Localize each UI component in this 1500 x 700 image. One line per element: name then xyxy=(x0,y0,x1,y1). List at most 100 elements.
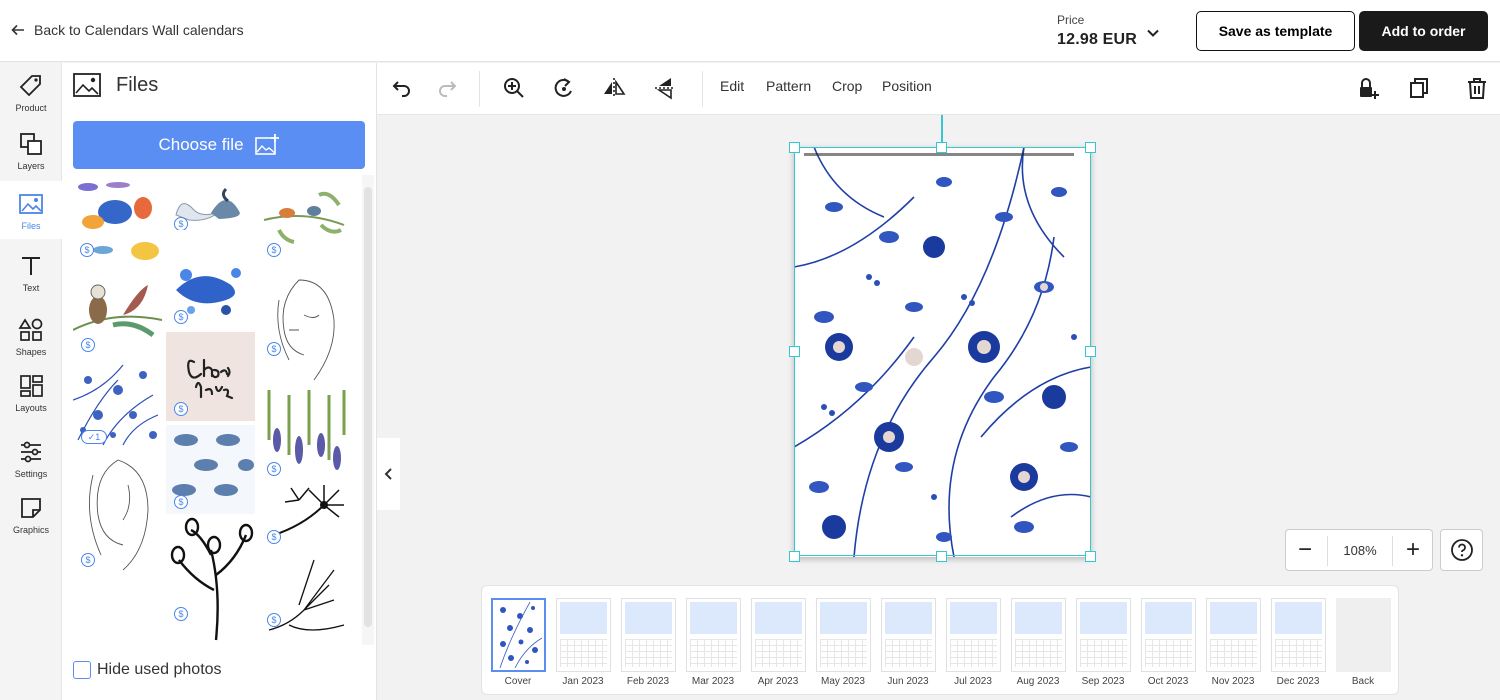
add-to-order-button[interactable]: Add to order xyxy=(1359,11,1488,51)
page-thumb-may-2023[interactable] xyxy=(816,598,871,672)
rail-item-graphics[interactable]: Graphics xyxy=(0,485,62,543)
resize-handle-top-right[interactable] xyxy=(1085,142,1096,153)
flip-vertical-button[interactable] xyxy=(652,75,678,101)
calendar-grid xyxy=(625,639,672,667)
rail-item-shapes[interactable]: Shapes xyxy=(0,307,62,365)
page-thumb-aug-2023[interactable] xyxy=(1011,598,1066,672)
resize-handle-bottom-right[interactable] xyxy=(1085,551,1096,562)
edit-button[interactable]: Edit xyxy=(720,78,744,94)
calendar-grid xyxy=(820,639,867,667)
calendar-grid xyxy=(755,639,802,667)
save-as-template-button[interactable]: Save as template xyxy=(1196,11,1355,51)
page-thumb-sep-2023[interactable] xyxy=(1076,598,1131,672)
checkbox-box[interactable] xyxy=(73,661,91,679)
calendar-page-canvas[interactable] xyxy=(794,147,1091,557)
file-thumbnail-used[interactable]: ✓1 xyxy=(73,360,162,449)
page-thumb-label: Sep 2023 xyxy=(1081,676,1125,687)
resize-handle-bottom[interactable] xyxy=(936,551,947,562)
collapse-panel-button[interactable] xyxy=(377,438,400,510)
undo-button[interactable] xyxy=(389,75,415,101)
arrow-left-icon xyxy=(11,24,24,36)
page-thumb-label: Nov 2023 xyxy=(1211,676,1255,687)
file-thumbnail[interactable]: $ xyxy=(166,255,255,327)
page-thumbnail-strip: Cover Jan 2023 Feb 2023 Mar 2023 Apr 202… xyxy=(481,585,1399,695)
file-thumbnail[interactable]: $ xyxy=(73,455,162,575)
resize-handle-left[interactable] xyxy=(789,346,800,357)
pattern-button[interactable]: Pattern xyxy=(766,78,811,94)
page-thumb-label: Jan 2023 xyxy=(562,676,604,687)
page-thumb-label: Mar 2023 xyxy=(691,676,735,687)
zoom-in-step-button[interactable]: + xyxy=(1400,536,1426,563)
page-thumb-jul-2023[interactable] xyxy=(946,598,1001,672)
choose-file-button[interactable]: Choose file xyxy=(73,121,365,169)
file-thumbnail[interactable]: $ xyxy=(166,425,255,514)
scrollbar-thumb[interactable] xyxy=(364,187,372,627)
help-button[interactable] xyxy=(1440,529,1483,571)
file-thumbnail[interactable]: $ xyxy=(259,175,348,264)
rail-item-layers[interactable]: Layers xyxy=(0,121,62,179)
file-thumbnail[interactable]: $ xyxy=(259,555,348,645)
page-thumb-back[interactable] xyxy=(1336,598,1391,672)
photo-area xyxy=(755,602,802,634)
files-scrollbar[interactable] xyxy=(362,175,374,645)
file-thumbnail[interactable]: $ xyxy=(166,175,255,230)
tool-rail: Product Layers Files Text Shapes Layouts… xyxy=(0,63,62,700)
zoom-out-button[interactable]: − xyxy=(1292,536,1318,563)
calendar-grid xyxy=(690,639,737,667)
hide-used-photos-checkbox[interactable]: Hide used photos xyxy=(73,661,222,679)
flip-horizontal-button[interactable] xyxy=(601,75,627,101)
calendar-grid xyxy=(1145,639,1192,667)
file-thumbnail[interactable]: $ xyxy=(73,270,162,355)
page-thumb-nov-2023[interactable] xyxy=(1206,598,1261,672)
resize-handle-top[interactable] xyxy=(936,142,947,153)
position-button[interactable]: Position xyxy=(882,78,932,94)
page-thumb-jan-2023[interactable] xyxy=(556,598,611,672)
photo-area xyxy=(625,602,672,634)
rail-item-files[interactable]: Files xyxy=(0,181,62,239)
rail-item-text[interactable]: Text xyxy=(0,243,62,301)
page-thumb-oct-2023[interactable] xyxy=(1141,598,1196,672)
image-icon xyxy=(73,73,101,97)
calendar-grid xyxy=(885,639,932,667)
file-thumbnail[interactable]: $ xyxy=(73,175,162,264)
crop-button[interactable]: Crop xyxy=(832,78,862,94)
page-thumb-apr-2023[interactable] xyxy=(751,598,806,672)
line-art-face-image xyxy=(277,279,335,381)
black-flower-drawing-image xyxy=(170,517,254,641)
rotate-button[interactable] xyxy=(551,75,577,101)
resize-handle-bottom-left[interactable] xyxy=(789,551,800,562)
delete-button[interactable] xyxy=(1464,75,1490,101)
rail-item-settings[interactable]: Settings xyxy=(0,429,62,487)
page-thumb-feb-2023[interactable] xyxy=(621,598,676,672)
calendar-grid xyxy=(950,639,997,667)
zoom-in-button[interactable] xyxy=(501,75,527,101)
chevron-down-icon[interactable] xyxy=(1144,24,1162,42)
layouts-icon xyxy=(20,374,43,397)
zoom-level: 108% xyxy=(1343,543,1377,558)
page-thumb-cover[interactable] xyxy=(491,598,546,672)
page-thumb-mar-2023[interactable] xyxy=(686,598,741,672)
sliders-icon xyxy=(21,441,41,462)
rail-item-product[interactable]: Product xyxy=(0,63,62,121)
lock-layer-button[interactable] xyxy=(1355,75,1381,101)
resize-handle-right[interactable] xyxy=(1085,346,1096,357)
file-thumbnail[interactable]: $ xyxy=(166,515,255,645)
rail-item-layouts[interactable]: Layouts xyxy=(0,363,62,421)
back-link[interactable]: Back to Calendars Wall calendars xyxy=(10,22,244,38)
file-thumbnail[interactable]: $ xyxy=(259,270,348,390)
toolbar-divider xyxy=(702,71,703,107)
file-thumbnail[interactable]: $ xyxy=(259,480,348,550)
layers-icon xyxy=(20,132,42,155)
page-thumb-jun-2023[interactable] xyxy=(881,598,936,672)
price-display: Price 12.98 EUR xyxy=(1057,13,1137,49)
redo-button[interactable] xyxy=(434,75,460,101)
duplicate-button[interactable] xyxy=(1406,75,1432,101)
back-link-label: Back to Calendars Wall calendars xyxy=(34,22,244,38)
rail-label: Settings xyxy=(14,468,48,479)
copy-icon xyxy=(1410,78,1428,98)
page-thumb-dec-2023[interactable] xyxy=(1271,598,1326,672)
file-thumbnail[interactable]: $ xyxy=(166,332,255,421)
file-thumbnail[interactable]: $ xyxy=(259,390,348,479)
text-icon xyxy=(22,256,40,275)
resize-handle-top-left[interactable] xyxy=(789,142,800,153)
